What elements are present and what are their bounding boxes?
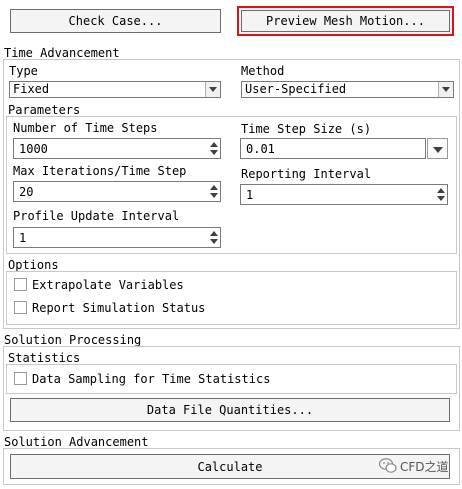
- profile-update-spinner[interactable]: [207, 228, 220, 247]
- method-label: Method: [241, 64, 285, 78]
- parameters-title: Parameters: [8, 103, 81, 117]
- spin-up-icon[interactable]: [437, 188, 445, 193]
- spin-down-icon[interactable]: [210, 193, 218, 198]
- reporting-interval-input[interactable]: 1: [240, 184, 448, 205]
- time-step-size-label: Time Step Size (s): [241, 122, 372, 136]
- method-value: User-Specified: [245, 82, 347, 96]
- spin-down-icon[interactable]: [437, 196, 445, 201]
- chevron-down-icon: [433, 147, 443, 153]
- statistics-title: Statistics: [8, 351, 81, 365]
- method-dropdown-area: [438, 82, 453, 97]
- check-case-label: Check Case...: [68, 14, 163, 28]
- reporting-interval-value: 1: [246, 187, 254, 202]
- time-step-size-input[interactable]: 0.01: [240, 138, 426, 159]
- spin-up-icon[interactable]: [210, 231, 218, 236]
- preview-mesh-motion-button[interactable]: Preview Mesh Motion...: [237, 6, 454, 36]
- preview-mesh-motion-label: Preview Mesh Motion...: [266, 14, 425, 28]
- watermark: CFD之道: [379, 457, 455, 475]
- method-select[interactable]: User-Specified: [241, 81, 454, 98]
- extrapolate-checkbox[interactable]: [14, 278, 27, 291]
- profile-update-value: 1: [19, 230, 27, 245]
- reporting-interval-label: Reporting Interval: [241, 167, 372, 181]
- time-advancement-title: Time Advancement: [4, 46, 120, 60]
- data-file-quantities-button[interactable]: Data File Quantities...: [10, 398, 450, 422]
- num-time-steps-label: Number of Time Steps: [13, 121, 158, 135]
- spin-up-icon[interactable]: [210, 142, 218, 147]
- type-value: Fixed: [13, 82, 50, 96]
- type-select[interactable]: Fixed: [9, 81, 221, 98]
- num-time-steps-value: 1000: [19, 141, 48, 156]
- profile-update-label: Profile Update Interval: [13, 209, 180, 223]
- type-label: Type: [9, 64, 38, 78]
- spin-up-icon[interactable]: [210, 185, 218, 190]
- extrapolate-label[interactable]: Extrapolate Variables: [32, 278, 184, 292]
- profile-update-input[interactable]: 1: [13, 227, 221, 248]
- max-iter-label: Max Iterations/Time Step: [13, 164, 187, 178]
- chevron-down-icon: [209, 87, 217, 92]
- reporting-interval-spinner[interactable]: [434, 185, 447, 204]
- spin-down-icon[interactable]: [210, 150, 218, 155]
- solution-processing-title: Solution Processing: [4, 333, 142, 347]
- data-sampling-label[interactable]: Data Sampling for Time Statistics: [32, 372, 270, 386]
- watermark-text: CFD之道: [400, 460, 449, 474]
- num-time-steps-input[interactable]: 1000: [13, 138, 221, 159]
- options-title: Options: [8, 258, 59, 272]
- calculate-label: Calculate: [197, 459, 263, 474]
- report-status-checkbox[interactable]: [14, 301, 27, 314]
- max-iter-value: 20: [19, 184, 34, 199]
- chevron-down-icon: [442, 87, 450, 92]
- num-time-steps-spinner[interactable]: [207, 139, 220, 158]
- time-step-size-value: 0.01: [246, 141, 275, 156]
- wechat-icon: [379, 458, 397, 473]
- solution-advancement-title: Solution Advancement: [4, 435, 149, 449]
- data-file-quantities-label: Data File Quantities...: [146, 403, 314, 417]
- spin-down-icon[interactable]: [210, 239, 218, 244]
- report-status-label[interactable]: Report Simulation Status: [32, 301, 205, 315]
- max-iter-spinner[interactable]: [207, 182, 220, 201]
- max-iter-input[interactable]: 20: [13, 181, 221, 202]
- time-step-size-dropdown[interactable]: [427, 138, 448, 159]
- check-case-button[interactable]: Check Case...: [10, 9, 221, 33]
- type-dropdown-area: [205, 82, 220, 97]
- data-sampling-checkbox[interactable]: [14, 372, 27, 385]
